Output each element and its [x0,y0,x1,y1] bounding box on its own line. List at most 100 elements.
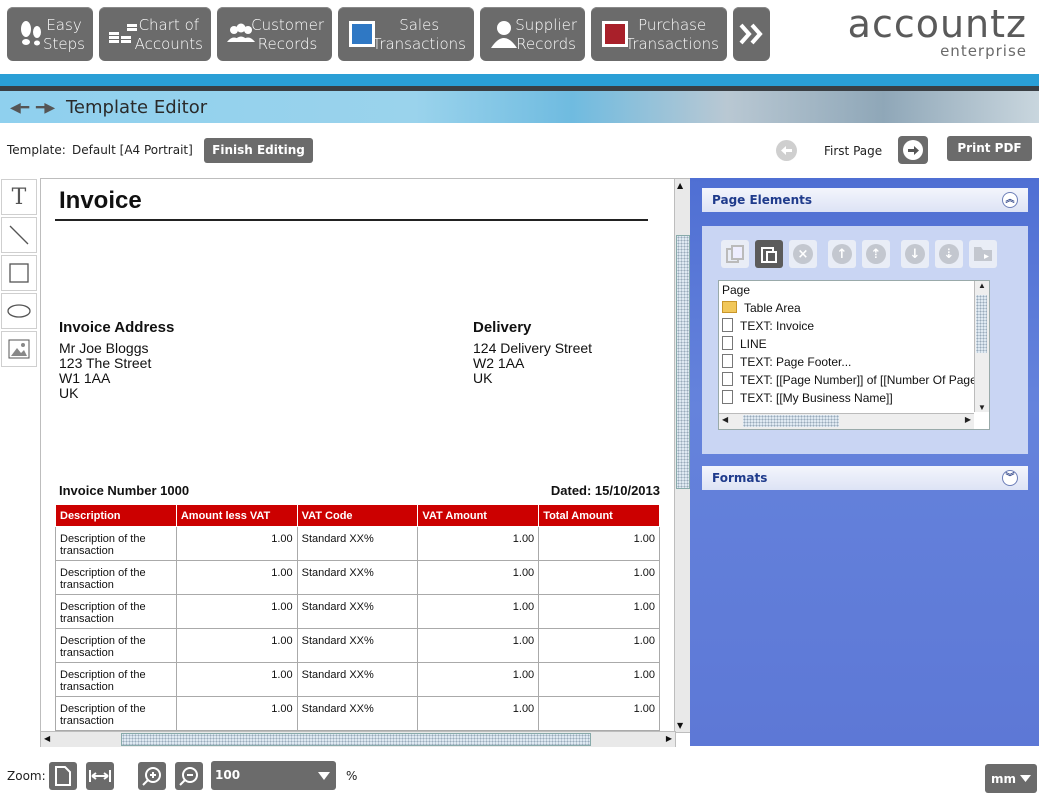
nav-sales-transactions-button[interactable]: Sales Transactions [338,7,474,61]
table-cell: 1.00 [417,560,540,595]
bring-to-front-icon[interactable]: ⇡ [862,240,890,268]
scroll-right-icon[interactable]: ▶ [666,734,672,743]
zoom-in-icon [142,767,161,786]
scroll-left-icon[interactable]: ◀ [722,415,728,424]
table-cell: 1.00 [538,662,660,697]
previous-page-button[interactable] [776,140,797,161]
zoom-select[interactable]: 100 [211,761,336,790]
table-cell: Description of the transaction [55,662,177,697]
page-elements-tree[interactable]: Page Table Area TEXT: Invoice LINE TEXT:… [718,280,990,430]
move-down-icon[interactable]: ↓ [901,240,929,268]
tree-item-label: TEXT: [[Page Number]] of [[Number Of Pag… [740,373,990,387]
back-arrow-icon[interactable]: ◀━ [10,100,29,116]
image-tool-icon[interactable] [1,331,37,367]
fit-width-button[interactable] [86,762,114,790]
table-cell: 1.00 [175,628,298,663]
canvas-vertical-scrollbar[interactable]: ▲ ▼ [674,178,691,733]
right-arrow-icon [903,140,923,160]
tree-item-label: Table Area [744,301,801,315]
scroll-down-icon[interactable]: ▼ [975,403,989,412]
title-rule-line[interactable] [55,219,648,221]
address-line: UK [59,385,79,401]
drawing-tools: T [1,179,37,369]
invoice-title[interactable]: Invoice [59,187,142,215]
table-row: Description of the transaction 1.00 Standa… [55,526,660,561]
tree-item[interactable]: TEXT: Page Footer... [719,353,989,371]
tree-item[interactable]: TEXT: [[My Business Name]] [719,389,989,407]
invoice-address-block[interactable]: Invoice Address Mr Joe Bloggs 123 The St… [59,320,174,401]
send-to-back-icon[interactable]: ⇣ [935,240,963,268]
table-cell: 1.00 [538,594,660,629]
nav-chart-of-accounts-button[interactable]: Chart of Accounts [99,7,211,61]
table-cell: Description of the transaction [55,560,177,595]
nav-more-button[interactable] [733,7,770,61]
delete-element-icon[interactable]: × [789,240,817,268]
tree-horizontal-scrollbar[interactable]: ◀ ▶ [719,413,974,429]
page-icon [55,766,71,786]
scroll-up-icon[interactable]: ▲ [975,281,989,290]
line-tool-icon[interactable] [1,217,37,253]
table-cell: 1.00 [417,662,540,697]
nav-easy-steps-button[interactable]: Easy Steps [7,7,93,61]
tree-item[interactable]: TEXT: [[Page Number]] of [[Number Of Pag… [719,371,989,389]
ellipse-tool-icon[interactable] [1,293,37,329]
scroll-thumb[interactable] [121,733,591,746]
nav-label-line1: Easy [46,16,82,34]
delivery-line: W2 1AA [473,355,525,371]
template-label: Template: [7,143,66,157]
nav-purchase-transactions-button[interactable]: Purchase Transactions [591,7,727,61]
delivery-heading: Delivery [473,319,532,336]
expand-chevron-icon[interactable]: ︾ [1002,470,1018,486]
invoice-lines-table[interactable]: Description Amount less VAT VAT Code VAT… [55,504,660,731]
move-up-icon[interactable]: ↑ [828,240,856,268]
tree-item-folder[interactable]: Table Area [719,299,989,317]
top-navigation: Easy Steps Chart of Accounts Customer Recor… [0,0,1039,74]
scroll-down-icon[interactable]: ▼ [677,721,683,730]
table-cell: 1.00 [538,526,660,561]
zoom-in-button[interactable] [138,762,166,790]
rectangle-tool-icon[interactable] [1,255,37,291]
scroll-up-icon[interactable]: ▲ [677,181,683,190]
invoice-date[interactable]: Dated: 15/10/2013 [551,483,660,498]
table-header-row: Description Amount less VAT VAT Code VAT… [55,504,660,527]
page-elements-header[interactable]: Page Elements ︽ [702,188,1028,212]
tree-item[interactable]: LINE [719,335,989,353]
scroll-left-icon[interactable]: ◀ [44,734,50,743]
delivery-address-block[interactable]: Delivery 124 Delivery Street W2 1AA UK [473,320,592,386]
accent-stripe [0,74,1039,86]
nav-label-line1: Purchase [638,16,707,34]
template-value: Default [A4 Portrait] [72,143,193,157]
chevron-down-icon [318,772,330,780]
tree-item[interactable]: TEXT: Invoice [719,317,989,335]
scroll-right-icon[interactable]: ▶ [965,415,971,424]
nav-supplier-records-button[interactable]: Supplier Records [480,7,585,61]
scroll-thumb[interactable] [676,235,690,489]
paste-element-icon[interactable] [755,240,783,268]
table-cell: 1.00 [417,696,540,731]
invoice-number[interactable]: Invoice Number 1000 [59,483,189,498]
scroll-thumb[interactable] [743,415,839,427]
fit-page-button[interactable] [49,762,77,790]
move-to-folder-icon[interactable] [969,240,997,268]
nav-label-line1: Customer [251,16,324,34]
tree-item-label: TEXT: Page Footer... [740,355,852,369]
text-tool-icon[interactable]: T [1,179,37,215]
table-cell: Description of the transaction [55,526,177,561]
tree-vertical-scrollbar[interactable]: ▲ ▼ [974,281,989,412]
zoom-out-button[interactable] [175,762,203,790]
nav-label-line2: Accounts [134,35,203,53]
canvas-horizontal-scrollbar[interactable]: ◀ ▶ [40,731,676,748]
tree-item-root[interactable]: Page [719,281,989,299]
next-page-button[interactable] [898,136,928,164]
forward-arrow-icon[interactable]: ━▶ [36,100,55,116]
formats-header[interactable]: Formats ︾ [702,466,1028,490]
finish-editing-button[interactable]: Finish Editing [204,138,313,163]
units-select[interactable]: mm [985,764,1037,793]
scroll-thumb[interactable] [976,295,987,353]
collapse-chevron-icon[interactable]: ︽ [1002,192,1018,208]
duplicate-element-icon[interactable] [721,240,749,268]
table-cell: 1.00 [175,662,298,697]
print-pdf-button[interactable]: Print PDF [947,136,1032,161]
nav-customer-records-button[interactable]: Customer Records [217,7,332,61]
template-canvas[interactable]: Invoice Invoice Address Mr Joe Bloggs 12… [40,178,676,733]
